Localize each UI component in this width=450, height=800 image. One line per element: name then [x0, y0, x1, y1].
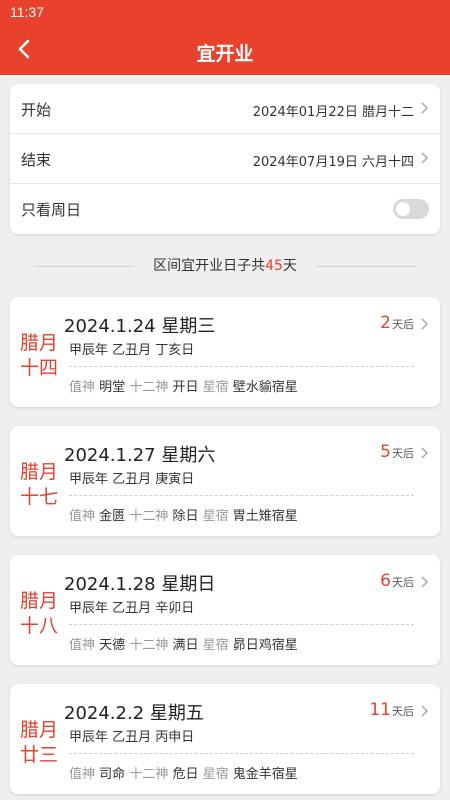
sunday-only-row: 只看周日 [10, 184, 440, 234]
days-count: 5 [380, 442, 391, 462]
lunar-month: 腊月 [19, 461, 58, 483]
chevron-right-icon [421, 705, 429, 717]
zhishen-label: 值神 [69, 767, 96, 782]
zhishen-label: 值神 [69, 509, 96, 524]
shier-label: 十二神 [129, 509, 169, 524]
summary-suffix: 天 [282, 258, 297, 274]
shier-label: 十二神 [129, 380, 169, 395]
lunar-date: 腊月 十八 [16, 589, 62, 639]
xingxiu-label: 星宿 [202, 509, 229, 524]
days-suffix: 天后 [392, 318, 414, 331]
summary-text: 区间宜开业日子共45天 [0, 255, 450, 279]
day-card[interactable]: 腊月廿三 2024.2.2 星期五 甲辰年 乙丑月 丙申日 值神 司命 十二神 … [10, 684, 440, 794]
lunar-day: 十四 [19, 357, 58, 379]
lunar-date: 腊月 十七 [16, 460, 62, 510]
days-count: 11 [369, 700, 391, 720]
start-date-value: 2024年01月22日 腊月十二 [252, 105, 414, 120]
xingxiu-value: 壁水貐宿星 [232, 380, 298, 395]
top-bar: 11:37 宜开业 [0, 0, 450, 75]
lunar-day: 廿三 [19, 744, 58, 766]
days-count: 6 [380, 571, 391, 591]
end-date-row[interactable]: 结束 2024年07月19日 六月十四 [10, 134, 440, 184]
sunday-only-label: 只看周日 [21, 201, 82, 219]
page-title: 宜开业 [196, 43, 254, 65]
shier-label: 十二神 [129, 767, 169, 782]
toggle-knob [396, 202, 410, 216]
lunar-date: 腊月 廿三 [16, 718, 62, 768]
shier-label: 十二神 [129, 638, 169, 653]
xingxiu-label: 星宿 [202, 767, 229, 782]
xingxiu-value: 胃土雉宿星 [232, 509, 298, 524]
days-until: 2天后 [380, 313, 414, 333]
dashed-divider [69, 624, 414, 625]
xingxiu-label: 星宿 [202, 638, 229, 653]
lunar-day: 十七 [19, 486, 58, 508]
deity-info: 值神 明堂 十二神 开日 星宿 壁水貐宿星 [69, 376, 298, 395]
day-card[interactable]: 腊月十八 2024.1.28 星期日 甲辰年 乙丑月 辛卯日 值神 天德 十二神… [10, 555, 440, 665]
deity-info: 值神 金匮 十二神 除日 星宿 胃土雉宿星 [69, 505, 298, 524]
days-suffix: 天后 [392, 576, 414, 589]
chevron-right-icon [421, 447, 429, 459]
deity-info: 值神 天德 十二神 满日 星宿 昴日鸡宿星 [69, 634, 298, 653]
lunar-month: 腊月 [19, 332, 58, 354]
start-date-row[interactable]: 开始 2024年01月22日 腊月十二 [10, 84, 440, 134]
days-count: 2 [380, 313, 391, 333]
solar-date: 2024.1.27 星期六 [64, 445, 216, 466]
days-until: 6天后 [380, 571, 414, 591]
lunar-date: 腊月 十四 [16, 331, 62, 381]
shier-value: 开日 [172, 380, 199, 395]
lunar-month: 腊月 [19, 719, 58, 741]
solar-date: 2024.2.2 星期五 [64, 703, 204, 724]
lunar-day: 十八 [19, 615, 58, 637]
day-card[interactable]: 腊月十四 2024.1.24 星期三 甲辰年 乙丑月 丁亥日 值神 明堂 十二神… [10, 297, 440, 407]
sunday-only-toggle[interactable] [393, 199, 429, 219]
zhishen-label: 值神 [69, 638, 96, 653]
ganzhi-text: 甲辰年 乙丑月 辛卯日 [69, 601, 195, 616]
ganzhi-text: 甲辰年 乙丑月 丁亥日 [69, 343, 195, 358]
days-until: 11天后 [369, 700, 414, 720]
ganzhi-text: 甲辰年 乙丑月 丙申日 [69, 730, 195, 745]
solar-date: 2024.1.28 星期日 [64, 574, 216, 595]
date-range-settings: 开始 2024年01月22日 腊月十二 结束 2024年07月19日 六月十四 … [10, 84, 440, 234]
days-suffix: 天后 [392, 705, 414, 718]
xingxiu-value: 昴日鸡宿星 [232, 638, 298, 653]
summary-prefix: 区间宜开业日子共 [153, 258, 266, 274]
zhishen-label: 值神 [69, 380, 96, 395]
shier-value: 危日 [172, 767, 199, 782]
dashed-divider [69, 495, 414, 496]
zhishen-value: 司命 [99, 767, 126, 782]
summary-count: 45 [265, 258, 283, 274]
solar-date: 2024.1.24 星期三 [64, 316, 216, 337]
zhishen-value: 天德 [99, 638, 126, 653]
shier-value: 满日 [172, 638, 199, 653]
end-date-value: 2024年07月19日 六月十四 [252, 155, 414, 170]
days-suffix: 天后 [392, 447, 414, 460]
dashed-divider [69, 366, 414, 367]
end-date-label: 结束 [21, 151, 52, 169]
days-until: 5天后 [380, 442, 414, 462]
chevron-right-icon [421, 102, 429, 114]
lunar-month: 腊月 [19, 590, 58, 612]
chevron-right-icon [421, 576, 429, 588]
day-card[interactable]: 腊月十七 2024.1.27 星期六 甲辰年 乙丑月 庚寅日 值神 金匮 十二神… [10, 426, 440, 536]
xingxiu-label: 星宿 [202, 380, 229, 395]
start-date-label: 开始 [21, 101, 52, 119]
zhishen-value: 明堂 [99, 380, 126, 395]
dashed-divider [69, 753, 414, 754]
status-time: 11:37 [10, 4, 44, 20]
chevron-right-icon [421, 152, 429, 164]
ganzhi-text: 甲辰年 乙丑月 庚寅日 [69, 472, 195, 487]
xingxiu-value: 鬼金羊宿星 [232, 767, 298, 782]
zhishen-value: 金匮 [99, 509, 126, 524]
deity-info: 值神 司命 十二神 危日 星宿 鬼金羊宿星 [69, 763, 298, 782]
shier-value: 除日 [172, 509, 199, 524]
chevron-right-icon [421, 318, 429, 330]
